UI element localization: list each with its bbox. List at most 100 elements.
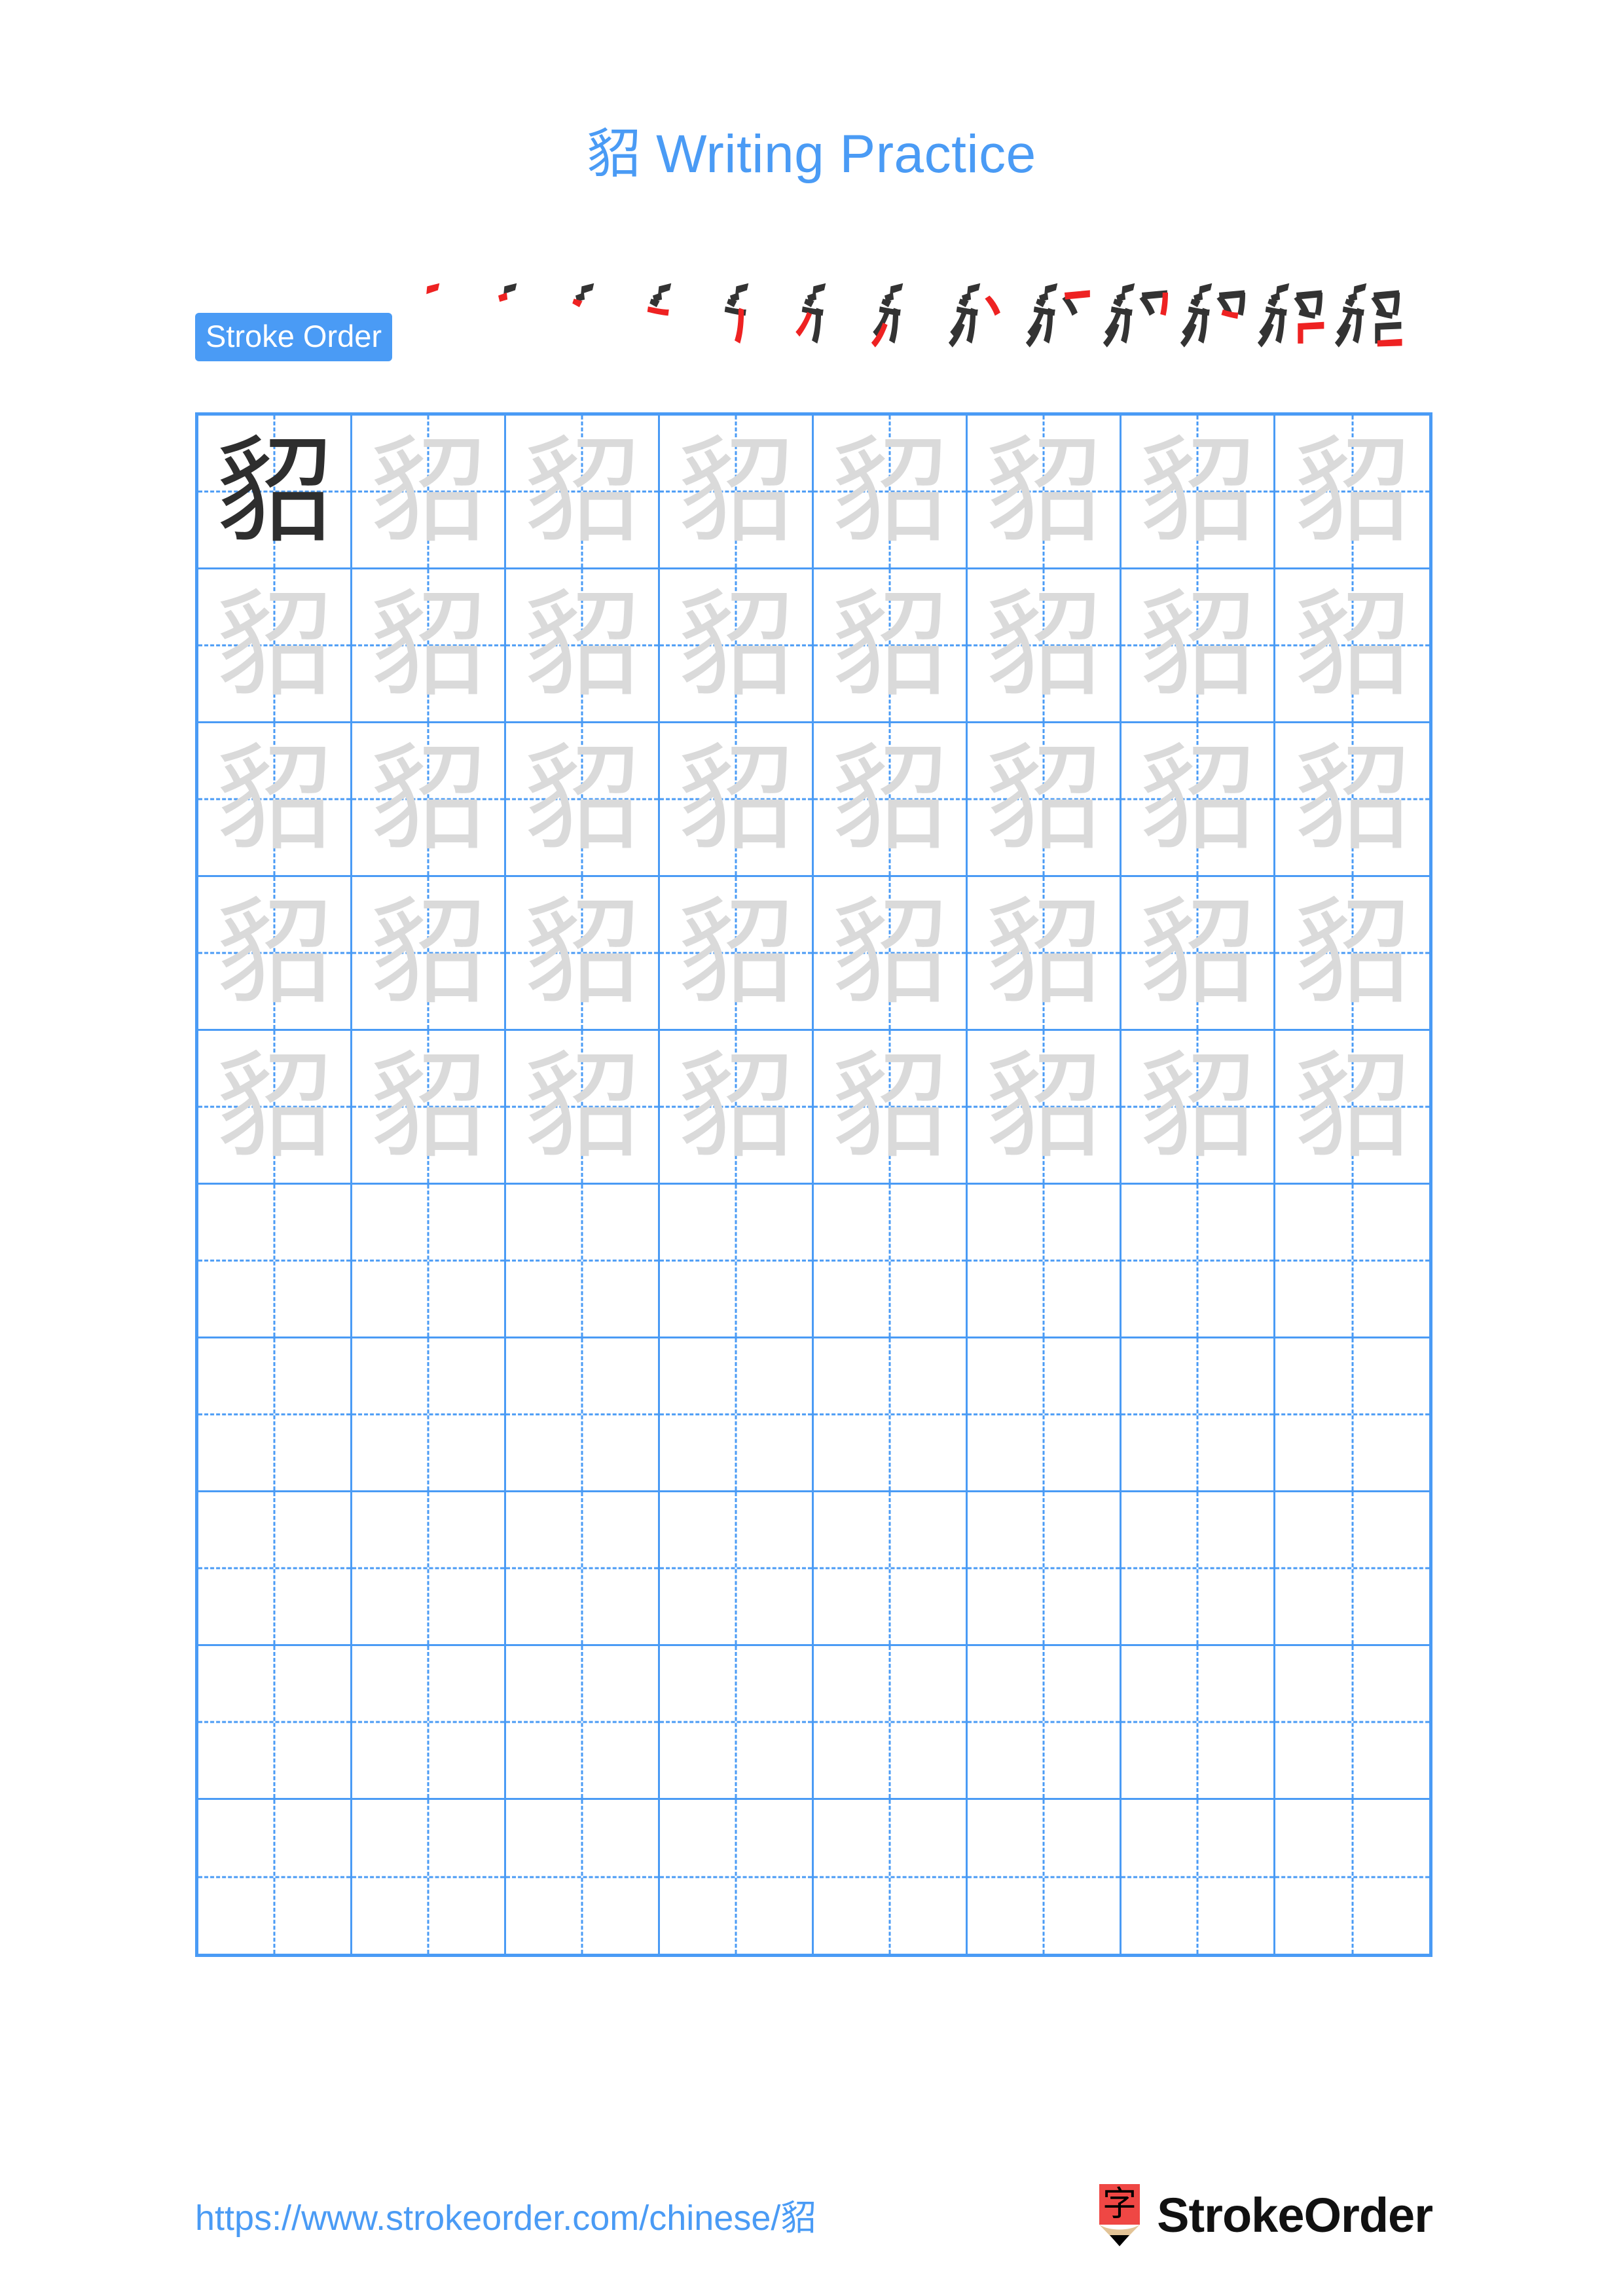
practice-cell-r1c4[interactable]: 貂 bbox=[660, 416, 814, 569]
practice-cell-r2c7[interactable]: 貂 bbox=[1122, 569, 1275, 723]
practice-cell-r2c5[interactable]: 貂 bbox=[814, 569, 968, 723]
practice-cell-r8c2[interactable] bbox=[352, 1492, 506, 1646]
practice-cell-r5c8[interactable]: 貂 bbox=[1275, 1031, 1429, 1185]
page-footer: https://www.strokeorder.com/chinese/貂 字 … bbox=[0, 2179, 1623, 2265]
trace-character: 貂 bbox=[678, 577, 794, 713]
practice-cell-r3c2[interactable]: 貂 bbox=[352, 723, 506, 877]
practice-cell-r7c4[interactable] bbox=[660, 1338, 814, 1492]
trace-character: 貂 bbox=[524, 423, 640, 559]
practice-cell-r8c6[interactable] bbox=[968, 1492, 1122, 1646]
practice-cell-r8c3[interactable] bbox=[506, 1492, 660, 1646]
practice-cell-r6c1[interactable] bbox=[198, 1185, 352, 1338]
practice-cell-r4c4[interactable]: 貂 bbox=[660, 877, 814, 1031]
practice-cell-r9c8[interactable] bbox=[1275, 1646, 1429, 1800]
stroke-step-8 bbox=[945, 283, 1022, 362]
trace-character: 貂 bbox=[216, 577, 333, 713]
practice-cell-r5c1[interactable]: 貂 bbox=[198, 1031, 352, 1185]
trace-character: 貂 bbox=[370, 577, 486, 713]
stroke-step-13 bbox=[1331, 283, 1408, 362]
practice-cell-r1c1[interactable]: 貂 bbox=[198, 416, 352, 569]
practice-cell-r3c5[interactable]: 貂 bbox=[814, 723, 968, 877]
practice-cell-r2c1[interactable]: 貂 bbox=[198, 569, 352, 723]
practice-cell-r9c4[interactable] bbox=[660, 1646, 814, 1800]
practice-cell-r10c4[interactable] bbox=[660, 1800, 814, 1954]
practice-cell-r3c6[interactable]: 貂 bbox=[968, 723, 1122, 877]
practice-cell-r8c5[interactable] bbox=[814, 1492, 968, 1646]
practice-cell-r9c3[interactable] bbox=[506, 1646, 660, 1800]
practice-cell-r2c6[interactable]: 貂 bbox=[968, 569, 1122, 723]
practice-cell-r4c8[interactable]: 貂 bbox=[1275, 877, 1429, 1031]
practice-cell-r2c2[interactable]: 貂 bbox=[352, 569, 506, 723]
practice-cell-r5c2[interactable]: 貂 bbox=[352, 1031, 506, 1185]
practice-cell-r6c3[interactable] bbox=[506, 1185, 660, 1338]
practice-cell-r4c7[interactable]: 貂 bbox=[1122, 877, 1275, 1031]
practice-cell-r10c1[interactable] bbox=[198, 1800, 352, 1954]
practice-cell-r9c6[interactable] bbox=[968, 1646, 1122, 1800]
practice-cell-r9c1[interactable] bbox=[198, 1646, 352, 1800]
practice-cell-r6c7[interactable] bbox=[1122, 1185, 1275, 1338]
practice-cell-r1c3[interactable]: 貂 bbox=[506, 416, 660, 569]
practice-cell-r2c8[interactable]: 貂 bbox=[1275, 569, 1429, 723]
practice-cell-r1c2[interactable]: 貂 bbox=[352, 416, 506, 569]
practice-cell-r1c8[interactable]: 貂 bbox=[1275, 416, 1429, 569]
brand-lockup[interactable]: 字 StrokeOrder bbox=[1095, 2179, 1433, 2251]
trace-character: 貂 bbox=[1139, 1039, 1256, 1174]
practice-cell-r8c4[interactable] bbox=[660, 1492, 814, 1646]
practice-cell-r4c5[interactable]: 貂 bbox=[814, 877, 968, 1031]
practice-cell-r9c7[interactable] bbox=[1122, 1646, 1275, 1800]
practice-cell-r3c3[interactable]: 貂 bbox=[506, 723, 660, 877]
practice-cell-r5c7[interactable]: 貂 bbox=[1122, 1031, 1275, 1185]
practice-cell-r4c2[interactable]: 貂 bbox=[352, 877, 506, 1031]
practice-cell-r4c3[interactable]: 貂 bbox=[506, 877, 660, 1031]
practice-cell-r8c8[interactable] bbox=[1275, 1492, 1429, 1646]
practice-cell-r8c7[interactable] bbox=[1122, 1492, 1275, 1646]
practice-cell-r7c5[interactable] bbox=[814, 1338, 968, 1492]
practice-cell-r3c1[interactable]: 貂 bbox=[198, 723, 352, 877]
practice-cell-r1c6[interactable]: 貂 bbox=[968, 416, 1122, 569]
practice-cell-r5c5[interactable]: 貂 bbox=[814, 1031, 968, 1185]
practice-cell-r4c1[interactable]: 貂 bbox=[198, 877, 352, 1031]
practice-cell-r7c1[interactable] bbox=[198, 1338, 352, 1492]
practice-cell-r5c6[interactable]: 貂 bbox=[968, 1031, 1122, 1185]
practice-cell-r4c6[interactable]: 貂 bbox=[968, 877, 1122, 1031]
practice-cell-r7c3[interactable] bbox=[506, 1338, 660, 1492]
practice-cell-r5c4[interactable]: 貂 bbox=[660, 1031, 814, 1185]
practice-cell-r9c5[interactable] bbox=[814, 1646, 968, 1800]
practice-cell-r9c2[interactable] bbox=[352, 1646, 506, 1800]
practice-cell-r7c6[interactable] bbox=[968, 1338, 1122, 1492]
practice-cell-r10c7[interactable] bbox=[1122, 1800, 1275, 1954]
footer-url-link[interactable]: https://www.strokeorder.com/chinese/貂 bbox=[195, 2189, 816, 2240]
practice-cell-r6c4[interactable] bbox=[660, 1185, 814, 1338]
practice-cell-r5c3[interactable]: 貂 bbox=[506, 1031, 660, 1185]
practice-cell-r2c4[interactable]: 貂 bbox=[660, 569, 814, 723]
practice-cell-r1c5[interactable]: 貂 bbox=[814, 416, 968, 569]
practice-cell-r10c6[interactable] bbox=[968, 1800, 1122, 1954]
stroke-step-7 bbox=[867, 283, 945, 362]
trace-character: 貂 bbox=[1294, 731, 1411, 867]
practice-cell-r7c7[interactable] bbox=[1122, 1338, 1275, 1492]
footer-url-text: https://www.strokeorder.com/chinese/ bbox=[195, 2198, 781, 2238]
empty-cell bbox=[352, 1800, 504, 1954]
empty-cell bbox=[506, 1338, 658, 1490]
practice-cell-r3c8[interactable]: 貂 bbox=[1275, 723, 1429, 877]
practice-cell-r10c5[interactable] bbox=[814, 1800, 968, 1954]
footer-url-character: 貂 bbox=[780, 2197, 816, 2238]
practice-cell-r10c3[interactable] bbox=[506, 1800, 660, 1954]
trace-character: 貂 bbox=[370, 885, 486, 1020]
practice-cell-r3c7[interactable]: 貂 bbox=[1122, 723, 1275, 877]
practice-cell-r7c8[interactable] bbox=[1275, 1338, 1429, 1492]
practice-cell-r7c2[interactable] bbox=[352, 1338, 506, 1492]
trace-character: 貂 bbox=[216, 885, 333, 1020]
empty-cell bbox=[1275, 1800, 1429, 1954]
practice-cell-r6c5[interactable] bbox=[814, 1185, 968, 1338]
practice-cell-r10c2[interactable] bbox=[352, 1800, 506, 1954]
practice-cell-r1c7[interactable]: 貂 bbox=[1122, 416, 1275, 569]
practice-cell-r6c6[interactable] bbox=[968, 1185, 1122, 1338]
practice-cell-r2c3[interactable]: 貂 bbox=[506, 569, 660, 723]
practice-cell-r3c4[interactable]: 貂 bbox=[660, 723, 814, 877]
practice-cell-r10c8[interactable] bbox=[1275, 1800, 1429, 1954]
practice-cell-r6c2[interactable] bbox=[352, 1185, 506, 1338]
empty-cell bbox=[968, 1185, 1120, 1336]
practice-cell-r8c1[interactable] bbox=[198, 1492, 352, 1646]
practice-cell-r6c8[interactable] bbox=[1275, 1185, 1429, 1338]
